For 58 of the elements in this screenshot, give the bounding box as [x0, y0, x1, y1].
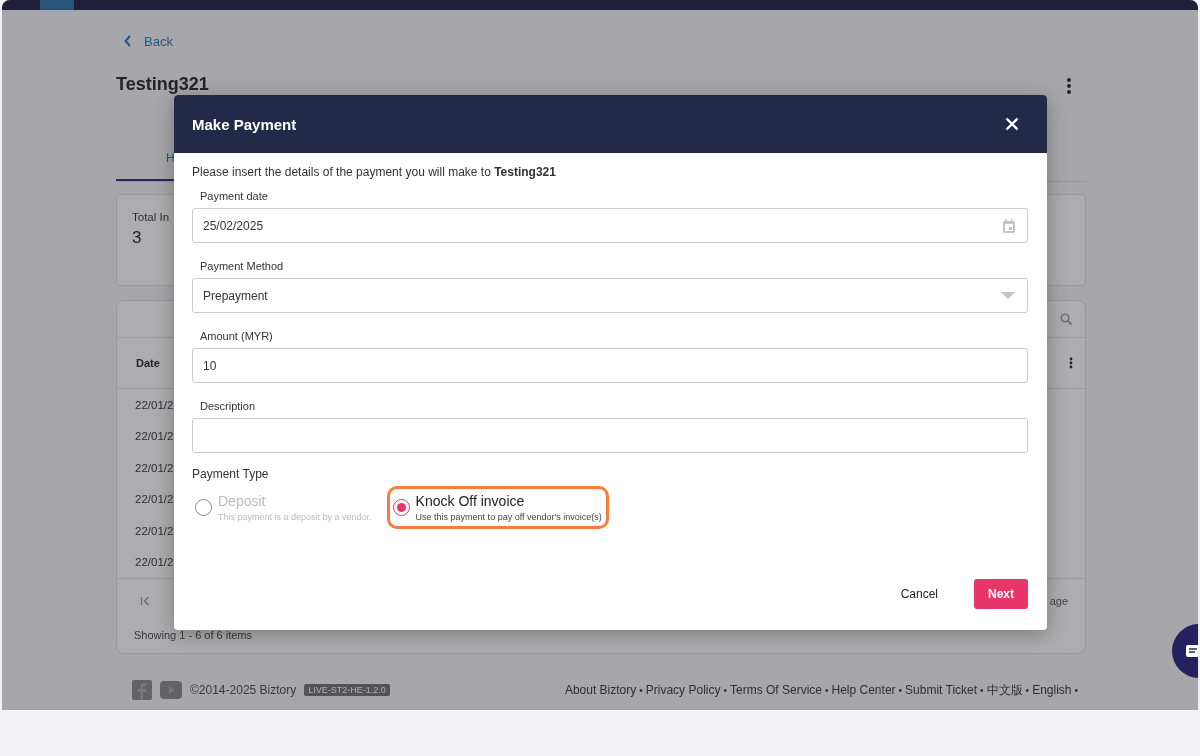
- separator-dot: •: [898, 684, 903, 696]
- table-cell: 22/01/2: [135, 398, 174, 411]
- more-icon: [1066, 78, 1072, 94]
- table-cell: 22/01/2: [135, 430, 174, 443]
- select-field[interactable]: Prepayment: [192, 278, 1028, 313]
- video-icon: [160, 680, 182, 700]
- table-cell: 22/01/2: [135, 461, 174, 474]
- copyright-text: ©2014-2025 Biztory: [190, 683, 297, 697]
- input-field[interactable]: [192, 418, 1028, 453]
- separator-dot: •: [1074, 684, 1078, 696]
- dialog-title: Make Payment: [192, 115, 297, 133]
- radio-option[interactable]: Knock Off invoice Use this payment to pay off vendor's invoice(s): [386, 486, 609, 529]
- option-title: Knock Off invoice: [415, 493, 526, 509]
- version-tag: LIVE-ST2-HE-1.2.0: [304, 684, 390, 696]
- chat-icon: [1186, 645, 1198, 657]
- summary-value: 3: [132, 228, 143, 248]
- separator-dot: •: [980, 684, 984, 696]
- back-link[interactable]: Back: [124, 34, 184, 48]
- facebook-icon: [132, 680, 152, 700]
- input-field[interactable]: 10: [192, 348, 1028, 383]
- field-label: Payment Method: [200, 260, 285, 272]
- footer-link[interactable]: Terms Of Service: [730, 683, 822, 697]
- more-icon: [1069, 357, 1073, 369]
- separator-dot: •: [639, 684, 643, 696]
- field-label: Amount (MYR): [200, 330, 274, 342]
- pager-text: age: [1049, 595, 1068, 607]
- footer-link[interactable]: 中文版: [986, 681, 1023, 699]
- option-title: Deposit: [218, 493, 267, 509]
- field-label: Payment date: [200, 190, 269, 202]
- close-button[interactable]: [1005, 117, 1019, 131]
- footer-link[interactable]: Submit Ticket: [905, 683, 978, 697]
- separator-dot: •: [723, 684, 727, 696]
- separator-dot: •: [1025, 684, 1030, 696]
- next-button[interactable]: Next: [974, 579, 1028, 609]
- footer-link[interactable]: About Biztory: [564, 683, 637, 697]
- date-field[interactable]: 25/02/2025: [192, 208, 1028, 243]
- calendar-icon: [1003, 218, 1015, 233]
- first-page-icon: [140, 596, 150, 606]
- tab[interactable]: H: [166, 151, 175, 165]
- table-cell: 22/01/2: [135, 556, 174, 569]
- chevron-left-icon: [124, 35, 132, 47]
- instruction-text: Please insert the details of the payment you will make to Testing321: [192, 165, 557, 179]
- page-title: Testing321: [116, 74, 209, 94]
- footer-link[interactable]: English: [1032, 683, 1072, 697]
- column-header: Date: [136, 357, 160, 369]
- section-label: Payment Type: [192, 467, 270, 481]
- search-icon: [1060, 313, 1072, 325]
- close-icon: [1005, 117, 1019, 131]
- cancel-button[interactable]: Cancel: [886, 579, 952, 609]
- table-cell: 22/01/2: [135, 493, 174, 506]
- separator-dot: •: [825, 684, 829, 696]
- item-count: Showing 1 - 6 of 6 items: [134, 629, 253, 641]
- option-hint: Use this payment to pay off vendor's invoice(s): [415, 512, 602, 522]
- table-cell: 22/01/2: [135, 524, 174, 537]
- field-label: Description: [200, 400, 257, 412]
- footer-link[interactable]: Help Center: [831, 683, 896, 697]
- footer-link[interactable]: Privacy Policy: [645, 683, 721, 697]
- summary-label: Total In: [132, 211, 171, 223]
